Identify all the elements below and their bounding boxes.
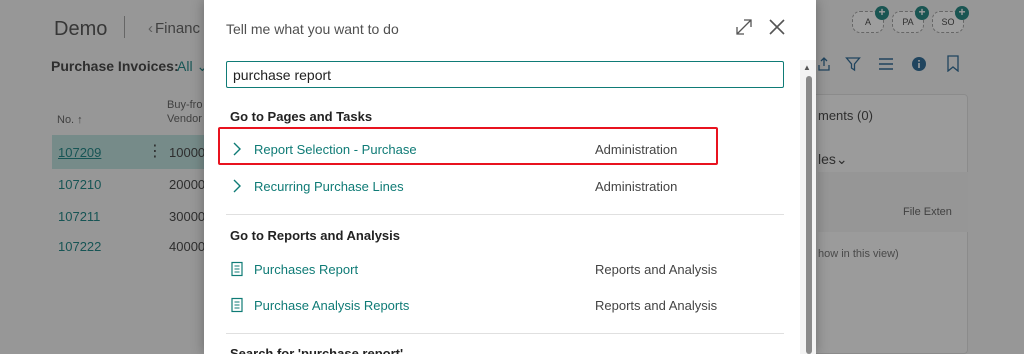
chevron-right-icon	[233, 179, 241, 193]
section-divider	[226, 214, 784, 215]
dialog-title: Tell me what you want to do	[226, 21, 399, 37]
result-category: Reports and Analysis	[595, 298, 718, 313]
result-category: Reports and Analysis	[595, 262, 718, 277]
scroll-up-icon[interactable]: ▲	[803, 63, 811, 72]
search-input[interactable]	[226, 61, 784, 88]
result-label[interactable]: Recurring Purchase Lines	[254, 179, 404, 194]
close-icon[interactable]	[767, 17, 787, 37]
scrollbar-thumb[interactable]	[806, 76, 812, 354]
result-label[interactable]: Purchases Report	[254, 262, 358, 277]
section-divider	[226, 333, 784, 334]
tell-me-dialog: Tell me what you want to do Go to Pages …	[204, 0, 816, 354]
expand-icon[interactable]	[734, 17, 754, 37]
report-icon	[231, 297, 243, 313]
result-item[interactable]: Purchase Analysis Reports Reports and An…	[228, 290, 788, 320]
highlight-box	[218, 127, 718, 165]
section-heading-reports-analysis: Go to Reports and Analysis	[230, 228, 400, 243]
result-item[interactable]: Recurring Purchase Lines Administration	[228, 171, 788, 201]
section-heading-pages-tasks: Go to Pages and Tasks	[230, 109, 373, 124]
section-heading-search: Search for 'purchase report'	[230, 346, 404, 354]
report-icon	[231, 261, 243, 277]
result-item[interactable]: Purchases Report Reports and Analysis	[228, 254, 788, 284]
result-category: Administration	[595, 179, 678, 194]
result-label[interactable]: Purchase Analysis Reports	[254, 298, 409, 313]
